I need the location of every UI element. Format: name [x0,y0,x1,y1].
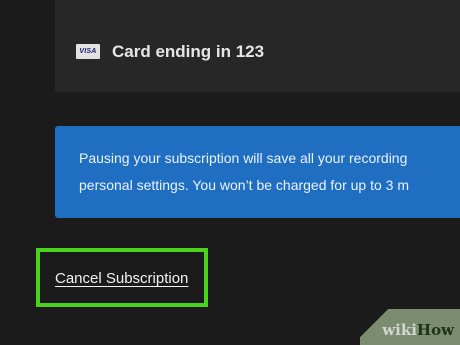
pause-notice-text-line-2: personal settings. You won’t be charged … [79,177,409,193]
watermark-how: How [416,321,454,339]
cancel-subscription-link[interactable]: Cancel Subscription [55,270,188,288]
watermark-wiki: wiki [382,321,417,339]
visa-card-icon: VISA [76,44,100,59]
payment-method-panel: VISA Card ending in 123 [55,0,460,92]
wikihow-watermark-text: wikiHow [382,321,454,339]
pause-subscription-notice: Pausing your subscription will save all … [55,126,460,218]
wikihow-watermark: wikiHow [360,309,460,345]
card-ending-label: Card ending in 123 [112,42,265,61]
pause-notice-text-line-1: Pausing your subscription will save all … [79,150,408,166]
